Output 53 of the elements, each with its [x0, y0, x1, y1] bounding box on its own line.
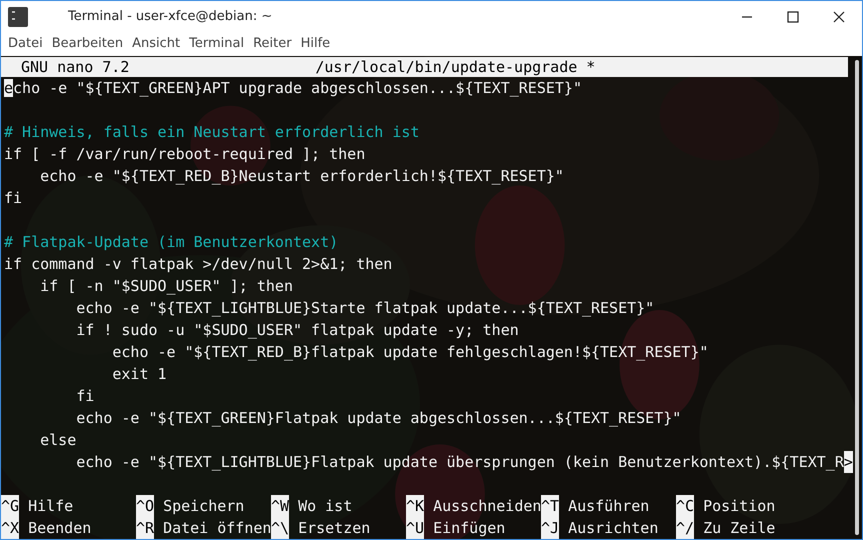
shortcut-key: ^W: [271, 495, 290, 517]
menu-item[interactable]: Reiter: [253, 34, 292, 54]
close-icon: [833, 10, 845, 22]
shortcut-label: Ersetzen: [298, 518, 370, 539]
menu-item[interactable]: Bearbeiten: [52, 34, 124, 54]
code-line: fi: [4, 188, 22, 209]
code-line: echo -e "${TEXT_GREEN}APT upgrade abgeschlossen...${TEXT_RESET}": [4, 78, 582, 99]
shortcut-label: Ausrichten: [568, 518, 658, 539]
shortcut-label: Beenden: [28, 518, 92, 539]
shortcut-label: Hilfe: [28, 496, 74, 517]
shortcut-label: Speichern: [163, 496, 244, 517]
shortcut-key: ^J: [541, 517, 560, 539]
code-line: if [ -f /var/run/reboot-required ]; then: [4, 144, 366, 165]
menu-item[interactable]: Datei: [8, 34, 43, 54]
menu-item[interactable]: Hilfe: [300, 34, 330, 54]
code-line: echo -e "${TEXT_LIGHTBLUE}Flatpak update übersprungen (kein Benutzerkontext).${TEXT_R: [75, 452, 844, 473]
shortcut-key: ^K: [406, 495, 424, 517]
code-line: if ! sudo -u "$SUDO_USER" flatpak update -y; then: [75, 320, 519, 341]
terminal-icon: [8, 6, 28, 26]
comment-line: # Hinweis, falls ein Neustart erforderlich ist: [4, 122, 420, 143]
window-title: Terminal - user-xfce@debian: ~: [68, 8, 272, 26]
shortcut-key: ^X: [1, 517, 20, 539]
shortcut-key: ^O: [136, 495, 154, 517]
code-line: echo -e "${TEXT_RED_B}flatpak update fehlgeschlagen!${TEXT_RESET}": [111, 342, 708, 363]
scrollbar[interactable]: [855, 60, 859, 535]
file-name: /usr/local/bin/update-upgrade *: [315, 57, 596, 77]
code-line: if [ -n "$SUDO_USER" ]; then: [39, 276, 293, 297]
menu-item[interactable]: Terminal: [189, 34, 244, 54]
shortcut-key: ^U: [406, 517, 424, 539]
shortcut-label: Ausschneiden: [433, 496, 542, 517]
comment-line: # Flatpak-Update (im Benutzerkontext): [4, 232, 338, 253]
code-line: if command -v flatpak >/dev/null 2>&1; then: [4, 254, 392, 275]
shortcut-label: Zu Zeile: [703, 518, 776, 539]
shortcut-label: Datei öffnen: [163, 518, 272, 539]
shortcut-label: Position: [703, 496, 776, 517]
shortcut-key: ^/: [676, 517, 694, 539]
shortcut-key: ^R: [136, 517, 154, 539]
code-line: fi: [75, 386, 94, 407]
shortcut-label: Einfügen: [433, 518, 506, 539]
shortcut-key: ^G: [1, 495, 20, 517]
shortcut-key: ^\: [271, 517, 290, 539]
code-line: echo -e "${TEXT_RED_B}Neustart erforderlich!${TEXT_RESET}": [39, 166, 564, 187]
nano-version: GNU nano 7.2: [21, 57, 130, 77]
code-line: else: [39, 430, 76, 451]
code-line: exit 1: [111, 364, 167, 385]
code-line: echo -e "${TEXT_LIGHTBLUE}Starte flatpak update...${TEXT_RESET}": [75, 298, 654, 319]
menu-item[interactable]: Ansicht: [132, 34, 180, 54]
shortcut-key: ^T: [541, 495, 560, 517]
code-line: echo -e "${TEXT_GREEN}Flatpak update abgeschlossen...${TEXT_RESET}": [75, 408, 682, 429]
shortcut-label: Ausführen: [568, 496, 650, 517]
shortcut-key: ^C: [676, 495, 694, 517]
maximize-icon: [787, 10, 799, 22]
shortcut-label: Wo ist: [298, 496, 352, 517]
